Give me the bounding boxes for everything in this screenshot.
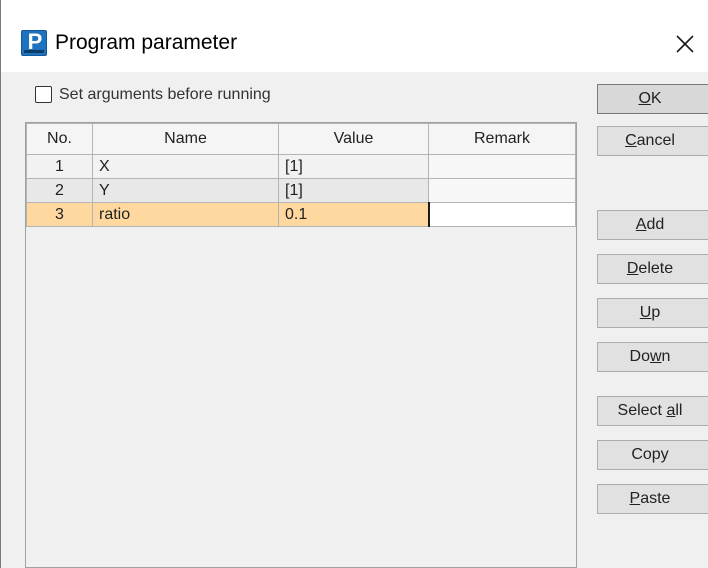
parameter-grid[interactable]: No. Name Value Remark 1 X [1] 2 Y [1] 3 …: [25, 122, 577, 568]
set-arguments-label: Set arguments before running: [59, 86, 271, 103]
down-button[interactable]: Down: [597, 342, 708, 372]
param-remark-cell[interactable]: [428, 178, 576, 203]
close-button[interactable]: [665, 24, 705, 64]
param-name-cell[interactable]: X: [92, 154, 279, 179]
program-parameter-dialog: P Program parameter Set arguments before…: [0, 0, 708, 568]
table-header-row: No. Name Value Remark: [26, 123, 576, 155]
close-icon: [676, 35, 694, 53]
dialog-title: Program parameter: [55, 31, 238, 54]
row-number: 3: [26, 202, 93, 227]
add-button[interactable]: Add: [597, 210, 708, 240]
table-row[interactable]: 1 X [1]: [26, 154, 576, 179]
column-header-name[interactable]: Name: [92, 123, 279, 155]
table-row-selected[interactable]: 3 ratio 0.1: [26, 202, 576, 227]
param-name-cell[interactable]: ratio: [92, 202, 279, 227]
param-value-cell[interactable]: [1]: [278, 178, 429, 203]
ok-button[interactable]: OK: [597, 84, 708, 114]
set-arguments-checkbox[interactable]: [35, 86, 52, 103]
paste-button[interactable]: Paste: [597, 484, 708, 514]
param-value-cell[interactable]: 0.1: [278, 202, 429, 227]
param-value-cell[interactable]: [1]: [278, 154, 429, 179]
row-number: 2: [26, 178, 93, 203]
up-button[interactable]: Up: [597, 298, 708, 328]
column-header-no[interactable]: No.: [26, 123, 93, 155]
param-remark-cell[interactable]: [428, 154, 576, 179]
delete-button[interactable]: Delete: [597, 254, 708, 284]
param-name-cell[interactable]: Y: [92, 178, 279, 203]
table-row[interactable]: 2 Y [1]: [26, 178, 576, 203]
row-number: 1: [26, 154, 93, 179]
title-bar: P Program parameter: [1, 0, 708, 72]
select-all-button[interactable]: Select all: [597, 396, 708, 426]
app-logo-icon: P: [21, 29, 47, 56]
copy-button[interactable]: Copy: [597, 440, 708, 470]
parameter-table: No. Name Value Remark 1 X [1] 2 Y [1] 3 …: [26, 123, 576, 227]
param-remark-cell-editing[interactable]: [427, 202, 576, 227]
column-header-remark[interactable]: Remark: [428, 123, 576, 155]
column-header-value[interactable]: Value: [278, 123, 429, 155]
cancel-button[interactable]: Cancel: [597, 126, 708, 156]
